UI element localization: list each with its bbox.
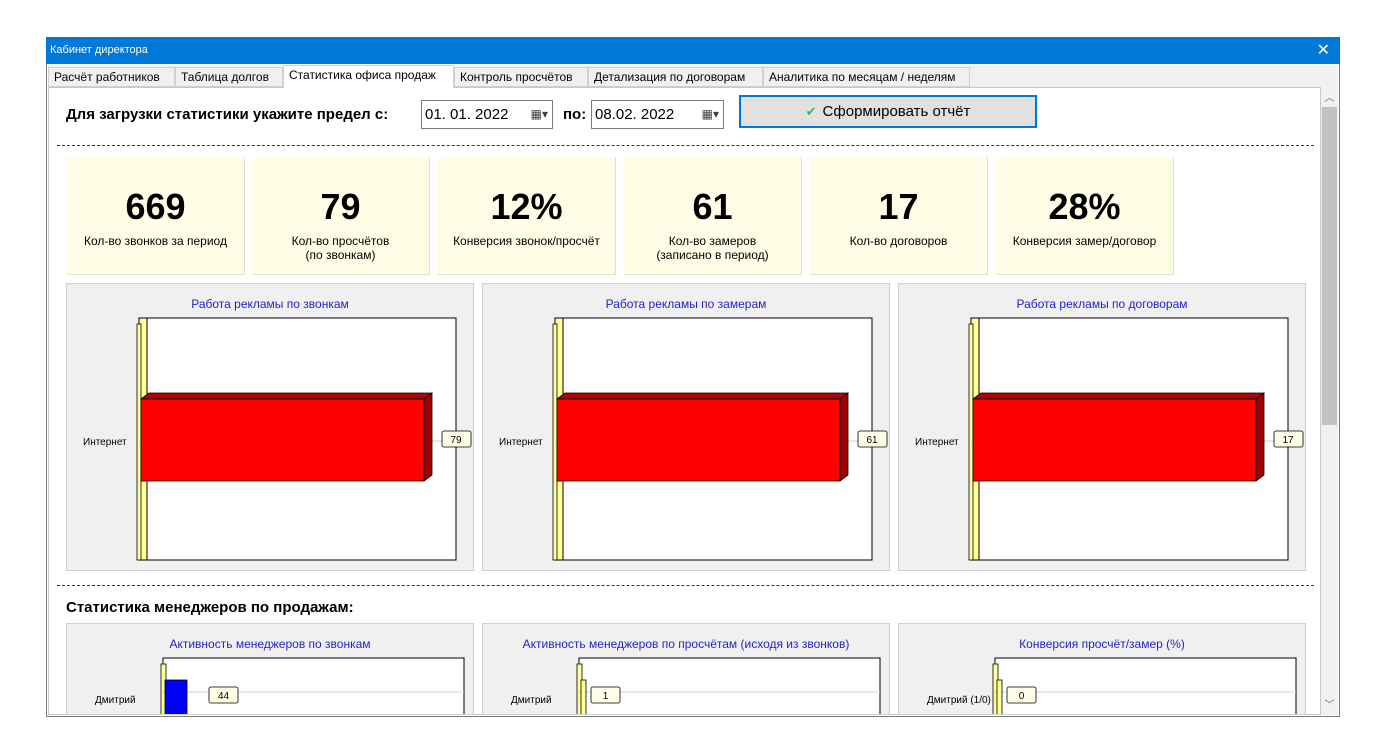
date-range-label: Для загрузки статистики укажите предел с… xyxy=(66,106,389,123)
kpi-measure-conversion: 28% Конверсия замер/договор xyxy=(996,157,1174,275)
chart-svg: Работа рекламы по замерам Интернет 61 xyxy=(499,297,888,561)
value-label: 61 xyxy=(866,435,878,446)
plot-area xyxy=(994,657,1297,714)
bar-top xyxy=(139,392,434,400)
axis-wall-edge xyxy=(968,323,974,561)
chart-manager-calls: Активность менеджеров по звонкам Дмитрий 4… xyxy=(66,623,474,715)
kpi-value: 61 xyxy=(692,186,733,227)
kpi-caption: Конверсия звонок/просчёт xyxy=(453,234,600,248)
chart-svg: Работа рекламы по звонкам Интернет 79 xyxy=(83,297,472,561)
section-divider xyxy=(57,585,1314,586)
chart-svg: Активность менеджеров по звонкам Дмитрий 4… xyxy=(95,637,465,714)
value-label: 79 xyxy=(450,435,462,446)
kpi-value: 12% xyxy=(490,186,563,227)
check-icon: ✔ xyxy=(805,104,817,119)
kpi-value: 17 xyxy=(878,186,919,227)
axis-wall-edge xyxy=(552,323,558,561)
bar-side xyxy=(1255,392,1265,482)
tab-monthly-analytics[interactable]: Аналитика по месяцам / неделям xyxy=(763,67,970,87)
bar-top xyxy=(971,392,1266,400)
plot-area xyxy=(162,657,465,714)
kpi-estimates: 79 Кол-во просчётов (по звонкам) xyxy=(252,157,430,275)
bar-side xyxy=(423,392,433,482)
plot-area xyxy=(578,657,881,714)
to-date-label: по: xyxy=(563,106,587,123)
to-date-picker[interactable]: 08.02. 2022 ▦▾ xyxy=(591,100,724,129)
from-date-value: 01. 01. 2022 xyxy=(425,106,509,123)
tab-workers-calc[interactable]: Расчёт работников xyxy=(48,67,175,87)
category-label: Дмитрий xyxy=(95,695,136,706)
tab-strip: Расчёт работников Таблица долгов Статист… xyxy=(48,65,1338,88)
scrollbar-thumb[interactable] xyxy=(1322,107,1337,425)
chart-title: Активность менеджеров по звонкам xyxy=(169,637,370,651)
tab-debts-table[interactable]: Таблица долгов xyxy=(175,67,283,87)
kpi-value: 28% xyxy=(1048,186,1121,227)
chart-ads-calls: Работа рекламы по звонкам Интернет 79 xyxy=(66,283,474,571)
kpi-value: 79 xyxy=(320,186,361,227)
value-label: 1 xyxy=(603,691,609,702)
kpi-contracts: 17 Кол-во договоров xyxy=(810,157,988,275)
category-label: Интернет xyxy=(915,437,959,448)
generate-report-label: Сформировать отчёт xyxy=(822,103,971,120)
calendar-icon[interactable]: ▦▾ xyxy=(702,101,719,128)
chart-title: Работа рекламы по договорам xyxy=(1016,297,1187,311)
scroll-up-icon[interactable]: ︿ xyxy=(1323,92,1336,106)
scroll-down-icon[interactable]: ﹀ xyxy=(1323,699,1336,713)
generate-report-button[interactable]: ✔ Сформировать отчёт xyxy=(739,95,1037,128)
chart-svg: Работа рекламы по договорам Интернет 17 xyxy=(915,297,1304,561)
bar xyxy=(164,679,188,714)
value-label: 17 xyxy=(1282,435,1294,446)
chart-svg: Конверсия просчёт/замер (%) Дмитрий (1/0)… xyxy=(927,637,1297,714)
chart-manager-estimates: Активность менеджеров по просчётам (исхо… xyxy=(482,623,890,715)
chart-title: Конверсия просчёт/замер (%) xyxy=(1019,637,1185,651)
kpi-measurements: 61 Кол-во замеров (записано в период) xyxy=(624,157,802,275)
bar xyxy=(972,398,1257,482)
kpi-call-conversion: 12% Конверсия звонок/просчёт xyxy=(438,157,616,275)
chart-title: Активность менеджеров по просчётам (исхо… xyxy=(523,637,850,651)
bar xyxy=(140,398,425,482)
close-icon[interactable]: ✕ xyxy=(1317,37,1330,64)
bar-top xyxy=(555,392,850,400)
to-date-value: 08.02. 2022 xyxy=(595,106,675,123)
kpi-caption: Кол-во договоров xyxy=(849,234,948,248)
chart-ads-contracts: Работа рекламы по договорам Интернет 17 xyxy=(898,283,1306,571)
title-bar: Кабинет директора ✕ xyxy=(46,37,1340,64)
chart-ads-measurements: Работа рекламы по замерам Интернет 61 xyxy=(482,283,890,571)
axis-wall-edge xyxy=(136,323,142,561)
chart-title: Работа рекламы по звонкам xyxy=(191,297,349,311)
chart-title: Работа рекламы по замерам xyxy=(606,297,767,311)
kpi-caption: Конверсия замер/договор xyxy=(1012,234,1157,248)
tab-office-stats[interactable]: Статистика офиса продаж xyxy=(283,65,454,88)
bar xyxy=(556,398,841,482)
kpi-calls: 669 Кол-во звонков за период xyxy=(67,157,245,275)
bar-side xyxy=(839,392,849,482)
kpi-caption: Кол-во просчётов (по звонкам) xyxy=(291,234,390,262)
managers-section-title: Статистика менеджеров по продажам: xyxy=(66,599,354,616)
section-divider xyxy=(57,145,1314,146)
chart-estimate-conversion: Конверсия просчёт/замер (%) Дмитрий (1/0)… xyxy=(898,623,1306,715)
category-label: Интернет xyxy=(499,437,543,448)
value-label: 0 xyxy=(1019,691,1025,702)
kpi-caption: Кол-во замеров (записано в период) xyxy=(656,234,769,262)
bar xyxy=(996,679,1003,714)
tab-calc-control[interactable]: Контроль просчётов xyxy=(454,67,588,87)
kpi-caption: Кол-во звонков за период xyxy=(84,234,227,248)
category-label: Дмитрий xyxy=(511,695,552,706)
category-label: Дмитрий (1/0) xyxy=(927,695,991,706)
tab-contract-details[interactable]: Детализация по договорам xyxy=(588,67,763,87)
value-label: 44 xyxy=(218,691,230,702)
from-date-picker[interactable]: 01. 01. 2022 ▦▾ xyxy=(421,100,553,129)
window-title: Кабинет директора xyxy=(50,44,148,56)
chart-svg: Активность менеджеров по просчётам (исхо… xyxy=(511,637,881,714)
calendar-icon[interactable]: ▦▾ xyxy=(531,101,548,128)
bar xyxy=(580,679,587,714)
kpi-value: 669 xyxy=(125,186,186,227)
category-label: Интернет xyxy=(83,437,127,448)
